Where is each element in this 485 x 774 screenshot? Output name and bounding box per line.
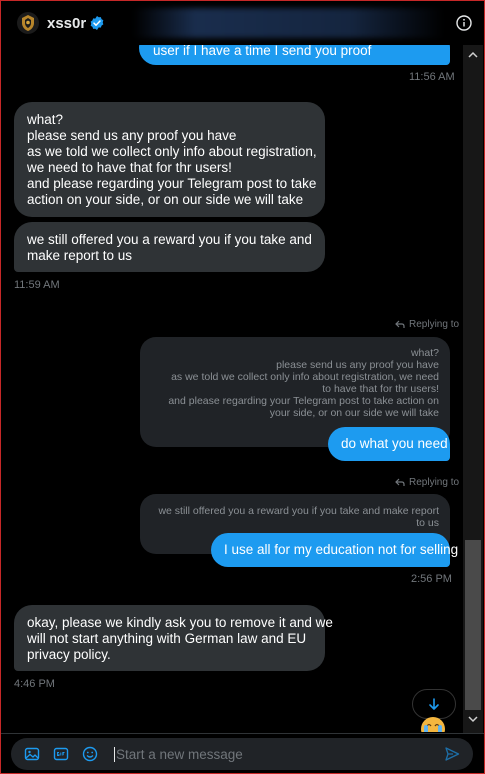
received-message[interactable]: okay, please we kindly ask you to remove…	[14, 605, 333, 671]
replying-to-text: Replying to	[409, 477, 460, 488]
scroll-up-arrow[interactable]	[465, 47, 481, 61]
message-text: will not start anything with German law …	[27, 631, 307, 646]
verified-badge-icon	[90, 16, 104, 30]
replying-to-label: Replying to	[395, 477, 459, 488]
message-text: and please regarding your Telegram post …	[27, 176, 317, 191]
reply-arrow-icon	[395, 320, 405, 328]
scroll-down-arrow[interactable]	[465, 712, 481, 726]
message-text: I use all for my education not for selli…	[224, 542, 459, 557]
conversation-header: xss0r	[1, 1, 484, 45]
message-text: what?	[27, 112, 64, 127]
replying-to-text: Replying to	[409, 319, 460, 330]
received-message[interactable]: what? please send us any proof you have …	[14, 102, 325, 217]
chevron-up-icon	[468, 51, 478, 58]
send-icon	[445, 747, 460, 761]
emoji-reaction-icon	[420, 716, 446, 732]
replying-to-label: Replying to	[395, 319, 459, 330]
contact-name[interactable]: xss0r	[47, 15, 86, 32]
quote-text: to have that for thr users!	[322, 383, 439, 395]
arrow-down-icon	[429, 698, 439, 710]
message-text: we still offered you a reward you if you…	[27, 232, 312, 247]
jump-to-latest-button[interactable]	[412, 689, 456, 719]
message-text: as we told we collect only info about re…	[27, 144, 317, 159]
avatar[interactable]	[17, 12, 39, 34]
message-timestamp: 11:56 AM	[409, 71, 455, 83]
composer-bar	[1, 733, 484, 773]
emoji-icon	[82, 746, 98, 762]
message-timestamp: 2:56 PM	[411, 573, 452, 585]
info-icon	[456, 15, 472, 31]
quote-text: and please regarding your Telegram post …	[168, 395, 439, 407]
sent-message[interactable]: user if I have a time I send you proof	[139, 45, 450, 65]
add-image-button[interactable]	[23, 745, 41, 763]
reply-arrow-icon	[395, 478, 405, 486]
message-list[interactable]: user if I have a time I send you proof 1…	[1, 45, 463, 733]
quote-text: to us	[416, 517, 439, 529]
quote-text: please send us any proof you have	[276, 359, 439, 371]
avatar-logo	[22, 15, 34, 31]
message-text: make report to us	[27, 248, 133, 263]
message-timestamp: 4:46 PM	[14, 678, 55, 690]
add-gif-button[interactable]	[52, 745, 70, 763]
message-text: please send us any proof you have	[27, 128, 237, 143]
received-message[interactable]: we still offered you a reward you if you…	[14, 222, 325, 272]
chevron-down-icon	[468, 715, 478, 722]
gif-icon	[53, 747, 69, 761]
message-text: okay, please we kindly ask you to remove…	[27, 615, 333, 630]
info-button[interactable]	[454, 13, 474, 33]
send-button[interactable]	[443, 745, 461, 763]
composer	[11, 738, 473, 770]
blurred-banner	[133, 8, 444, 38]
scrollbar-thumb[interactable]	[465, 540, 481, 710]
sent-message[interactable]: do what you need	[328, 427, 450, 461]
message-text: action on your side, or on our side we w…	[27, 192, 304, 207]
quote-text: as we told we collect only info about re…	[171, 371, 439, 383]
message-text: privacy policy.	[27, 647, 111, 662]
quote-text: we still offered you a reward you if you…	[158, 505, 439, 517]
message-timestamp: 11:59 AM	[14, 279, 60, 291]
add-emoji-button[interactable]	[81, 745, 99, 763]
message-text: do what you need	[341, 436, 448, 451]
quote-text: your side, or on our side we will take	[269, 407, 439, 419]
message-text: we need to have that for thr users!	[27, 160, 232, 175]
image-icon	[24, 747, 40, 761]
message-input[interactable]	[114, 746, 443, 762]
sent-message[interactable]: I use all for my education not for selli…	[211, 533, 459, 567]
quote-text: what?	[410, 347, 439, 359]
message-text: user if I have a time I send you proof	[153, 45, 372, 58]
